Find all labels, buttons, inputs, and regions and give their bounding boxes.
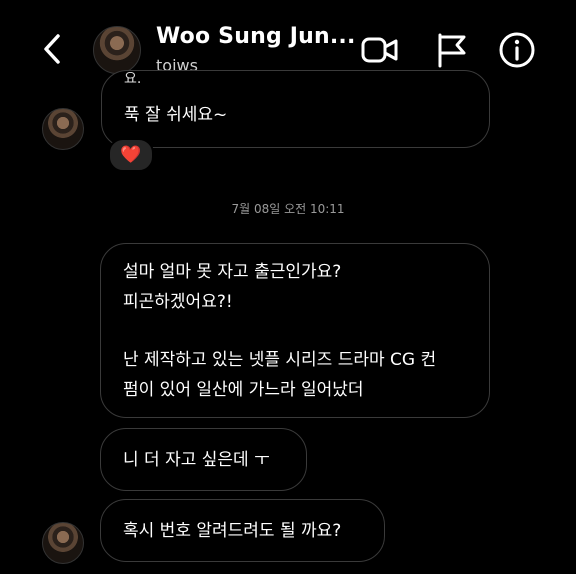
heart-reaction-icon[interactable]: ❤️ xyxy=(108,138,154,172)
timestamp: 7월 08일 오전 10:11 xyxy=(231,202,345,216)
message-bubble[interactable]: 니 더 자고 싶은데 ㅜ xyxy=(100,428,307,491)
sender-avatar[interactable] xyxy=(42,108,84,150)
message-line: 난 제작하고 있는 넷플 시리즈 드라마 CG 컨 xyxy=(123,350,437,370)
video-camera-icon[interactable] xyxy=(360,30,400,70)
sender-avatar[interactable] xyxy=(42,522,84,564)
message-text: 푹 잘 쉬세요~ xyxy=(124,105,228,125)
contact-name[interactable]: Woo Sung Jun... xyxy=(156,24,356,49)
message-bubble[interactable]: 설마 얼마 못 자고 출근인가요? 피곤하겠어요?! 난 제작하고 있는 넷플 … xyxy=(100,243,490,418)
message-bubble[interactable]: 요. 푹 잘 쉬세요~ xyxy=(101,70,490,148)
info-icon[interactable] xyxy=(497,30,537,70)
message-line: 설마 얼마 못 자고 출근인가요? xyxy=(123,262,342,282)
message-cut-text: 요. xyxy=(124,71,142,87)
message-text: 니 더 자고 싶은데 ㅜ xyxy=(123,450,270,470)
message-line: 피곤하겠어요?! xyxy=(123,292,233,312)
message-line: 펌이 있어 일산에 가느라 일어났더 xyxy=(123,380,364,400)
message-bubble[interactable]: 혹시 번호 알려드려도 될 까요? xyxy=(100,499,385,562)
message-text: 혹시 번호 알려드려도 될 까요? xyxy=(123,521,342,541)
avatar[interactable] xyxy=(93,26,141,74)
flag-icon[interactable] xyxy=(432,30,472,70)
chevron-left-icon[interactable] xyxy=(36,28,72,70)
